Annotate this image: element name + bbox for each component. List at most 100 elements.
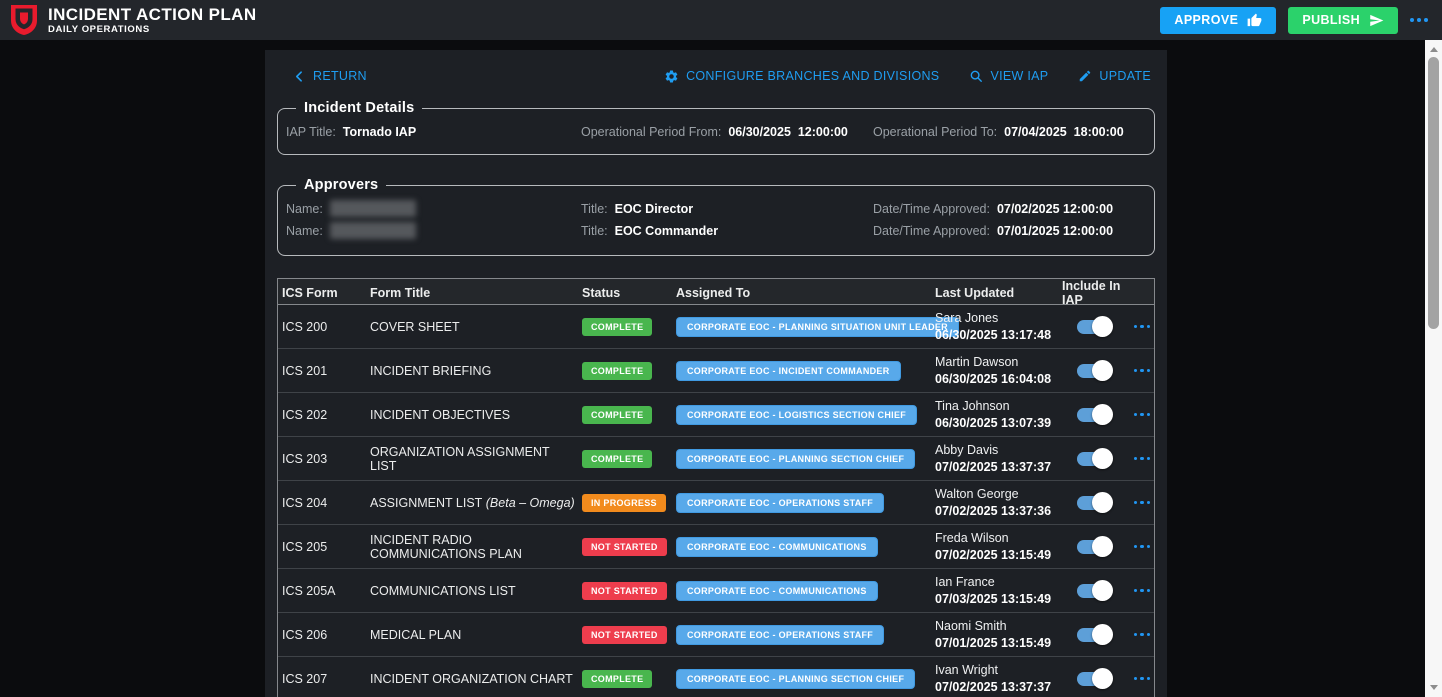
assigned-badge: CORPORATE EOC - OPERATIONS STAFF xyxy=(676,625,884,645)
form-title-cell: ASSIGNMENT LIST (Beta – Omega) xyxy=(366,496,578,510)
form-title-text: INCIDENT OBJECTIVES xyxy=(370,408,510,422)
form-title-cell: ORGANIZATION ASSIGNMENT LIST xyxy=(366,445,578,473)
status-badge: NOT STARTED xyxy=(582,626,667,644)
shield-logo-icon xyxy=(10,4,38,36)
form-title-cell: INCIDENT OBJECTIVES xyxy=(366,408,578,422)
approver-name-label: Name: xyxy=(286,224,323,238)
toggle-knob xyxy=(1092,316,1113,337)
ics-form-cell: ICS 207 xyxy=(278,672,366,686)
row-menu-ellipsis-icon[interactable] xyxy=(1134,633,1151,637)
status-cell: COMPLETE xyxy=(578,318,672,336)
form-title-text: COMMUNICATIONS LIST xyxy=(370,584,516,598)
updated-at: 07/02/2025 13:37:37 xyxy=(935,679,1058,696)
row-menu-ellipsis-icon[interactable] xyxy=(1134,677,1151,681)
configure-branches-label: CONFIGURE BRANCHES AND DIVISIONS xyxy=(686,69,939,83)
table-row: ICS 206 MEDICAL PLAN NOT STARTED CORPORA… xyxy=(278,613,1154,657)
row-menu-ellipsis-icon[interactable] xyxy=(1134,325,1151,329)
publish-button[interactable]: PUBLISH xyxy=(1288,7,1398,34)
assigned-cell: CORPORATE EOC - OPERATIONS STAFF xyxy=(672,493,931,513)
card-toolbar: RETURN CONFIGURE BRANCHES AND DIVISIONS … xyxy=(277,64,1155,88)
updated-at: 06/30/2025 13:17:48 xyxy=(935,327,1058,344)
gear-icon xyxy=(664,69,679,84)
status-badge: COMPLETE xyxy=(582,450,652,468)
table-row: ICS 203 ORGANIZATION ASSIGNMENT LIST COM… xyxy=(278,437,1154,481)
toggle-knob xyxy=(1092,492,1113,513)
period-from-value: 06/30/2025 12:00:00 xyxy=(728,125,848,139)
include-cell xyxy=(1058,628,1126,642)
status-cell: IN PROGRESS xyxy=(578,494,672,512)
app-subtitle: DAILY OPERATIONS xyxy=(48,24,257,35)
incident-details-legend: Incident Details xyxy=(296,100,422,116)
period-to-field: Operational Period To:07/04/2025 18:00:0… xyxy=(873,123,1146,141)
row-menu-ellipsis-icon[interactable] xyxy=(1134,369,1151,373)
header-overflow-ellipsis-icon[interactable] xyxy=(1410,18,1428,22)
include-in-iap-toggle[interactable] xyxy=(1077,364,1111,378)
scrollbar-up-arrow[interactable] xyxy=(1425,42,1442,57)
status-cell: NOT STARTED xyxy=(578,538,672,556)
approver-name-redacted xyxy=(330,200,416,217)
configure-branches-link[interactable]: CONFIGURE BRANCHES AND DIVISIONS xyxy=(664,69,939,84)
assigned-badge: CORPORATE EOC - LOGISTICS SECTION CHIEF xyxy=(676,405,917,425)
include-in-iap-toggle[interactable] xyxy=(1077,540,1111,554)
return-link[interactable]: RETURN xyxy=(293,69,367,83)
brand: INCIDENT ACTION PLAN DAILY OPERATIONS xyxy=(10,4,257,36)
incident-details-fieldset: Incident Details IAP Title:Tornado IAP O… xyxy=(277,100,1155,155)
table-header-row: ICS Form Form Title Status Assigned To L… xyxy=(278,279,1154,305)
include-in-iap-toggle[interactable] xyxy=(1077,452,1111,466)
pencil-icon xyxy=(1078,69,1092,83)
approver-approved-label: Date/Time Approved: xyxy=(873,224,990,238)
toggle-knob xyxy=(1092,536,1113,557)
app-title: INCIDENT ACTION PLAN xyxy=(48,5,257,24)
updated-by: Ian France xyxy=(935,574,1058,591)
status-badge: COMPLETE xyxy=(582,670,652,688)
include-in-iap-toggle[interactable] xyxy=(1077,320,1111,334)
row-menu-ellipsis-icon[interactable] xyxy=(1134,413,1151,417)
row-menu-ellipsis-icon[interactable] xyxy=(1134,457,1151,461)
row-actions-cell xyxy=(1126,413,1154,417)
search-icon xyxy=(969,69,983,83)
assigned-cell: CORPORATE EOC - COMMUNICATIONS xyxy=(672,537,931,557)
form-title-cell: INCIDENT RADIO COMMUNICATIONS PLAN xyxy=(366,533,578,561)
updated-by: Abby Davis xyxy=(935,442,1058,459)
approver-title-label: Title: xyxy=(581,202,608,216)
iap-title-field: IAP Title:Tornado IAP xyxy=(286,123,581,141)
include-in-iap-toggle[interactable] xyxy=(1077,672,1111,686)
updated-at: 06/30/2025 16:04:08 xyxy=(935,371,1058,388)
scrollbar[interactable] xyxy=(1425,40,1442,697)
update-link[interactable]: UPDATE xyxy=(1078,69,1151,83)
row-actions-cell xyxy=(1126,501,1154,505)
updated-by: Sara Jones xyxy=(935,310,1058,327)
period-from-field: Operational Period From:06/30/2025 12:00… xyxy=(581,123,873,141)
ics-form-cell: ICS 204 xyxy=(278,496,366,510)
ics-form-cell: ICS 206 xyxy=(278,628,366,642)
row-menu-ellipsis-icon[interactable] xyxy=(1134,501,1151,505)
include-cell xyxy=(1058,672,1126,686)
approve-button[interactable]: APPROVE xyxy=(1160,7,1276,34)
toggle-knob xyxy=(1092,624,1113,645)
approver-title-value: EOC Commander xyxy=(615,224,719,238)
table-row: ICS 200 COVER SHEET COMPLETE CORPORATE E… xyxy=(278,305,1154,349)
include-in-iap-toggle[interactable] xyxy=(1077,496,1111,510)
include-in-iap-toggle[interactable] xyxy=(1077,628,1111,642)
form-title-text: ASSIGNMENT LIST xyxy=(370,496,482,510)
row-actions-cell xyxy=(1126,589,1154,593)
assigned-badge: CORPORATE EOC - OPERATIONS STAFF xyxy=(676,493,884,513)
col-header-assigned-to: Assigned To xyxy=(672,286,931,300)
view-iap-link[interactable]: VIEW IAP xyxy=(969,69,1048,83)
approvers-legend: Approvers xyxy=(296,177,386,193)
row-menu-ellipsis-icon[interactable] xyxy=(1134,589,1151,593)
thumbs-up-icon xyxy=(1247,13,1262,28)
assigned-cell: CORPORATE EOC - INCIDENT COMMANDER xyxy=(672,361,931,381)
row-menu-ellipsis-icon[interactable] xyxy=(1134,545,1151,549)
include-in-iap-toggle[interactable] xyxy=(1077,584,1111,598)
last-updated-cell: Naomi Smith 07/01/2025 13:15:49 xyxy=(931,618,1058,652)
status-cell: COMPLETE xyxy=(578,450,672,468)
include-cell xyxy=(1058,408,1126,422)
include-in-iap-toggle[interactable] xyxy=(1077,408,1111,422)
include-cell xyxy=(1058,320,1126,334)
status-badge: IN PROGRESS xyxy=(582,494,666,512)
updated-at: 07/01/2025 13:15:49 xyxy=(935,635,1058,652)
approver-approved-value: 07/02/2025 12:00:00 xyxy=(997,202,1113,216)
scrollbar-thumb[interactable] xyxy=(1428,57,1439,329)
scrollbar-down-arrow[interactable] xyxy=(1425,680,1442,695)
